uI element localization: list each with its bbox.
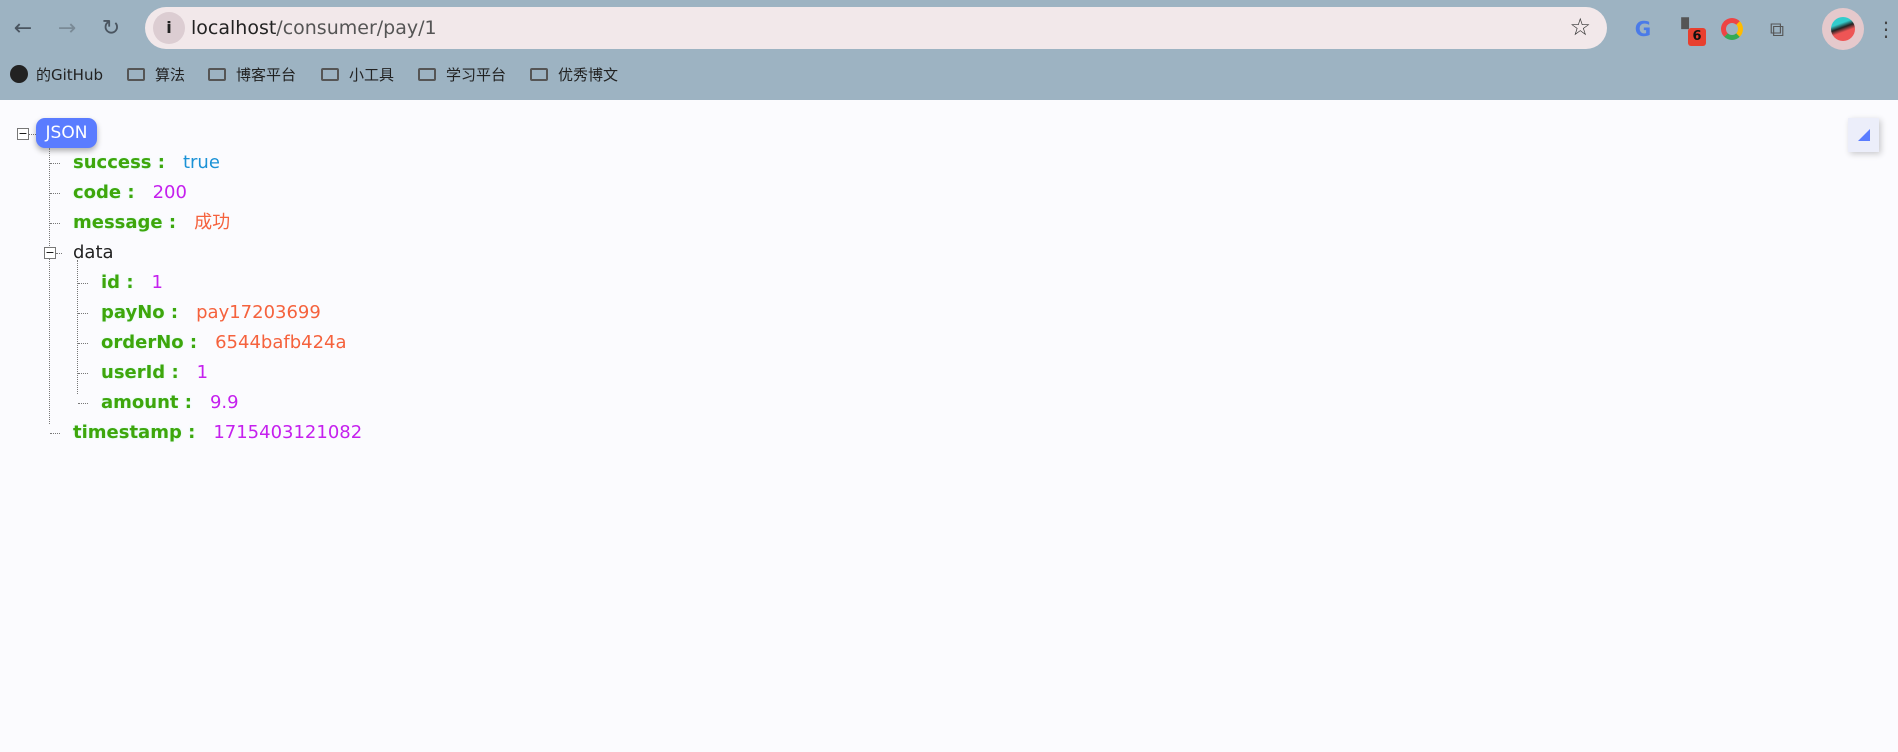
bookmark-label: 博客平台 <box>236 66 297 84</box>
folder-icon <box>418 68 436 81</box>
menu-icon[interactable]: ⋮ <box>1876 14 1896 44</box>
extension-icon[interactable]: ▚6 <box>1674 14 1706 46</box>
json-key: success : <box>73 152 165 173</box>
address-bar[interactable]: i localhost/consumer/pay/1 ☆ <box>145 7 1607 49</box>
json-value: 1 <box>151 272 163 293</box>
raw-toggle-button[interactable] <box>1848 118 1879 152</box>
folder-icon <box>127 68 145 81</box>
json-viewer: − JSON success : true code : 200 message :… <box>0 100 1898 752</box>
tree-line <box>49 148 50 424</box>
json-field-amount: amount : 9.9 <box>101 390 239 416</box>
profile-avatar[interactable] <box>1822 8 1864 50</box>
tree-line <box>29 134 36 135</box>
json-field-timestamp: timestamp : 1715403121082 <box>73 420 362 446</box>
tree-line <box>78 313 88 314</box>
bookmark-github[interactable]: 的GitHub <box>10 62 103 88</box>
tree-line <box>50 163 60 164</box>
json-key: payNo : <box>101 302 179 323</box>
bookmark-folder[interactable]: 小工具 <box>321 62 394 88</box>
url-host: localhost <box>191 17 277 39</box>
tree-line <box>50 193 60 194</box>
json-key: timestamp : <box>73 422 196 443</box>
bookmark-folder[interactable]: 博客平台 <box>208 62 296 88</box>
tree-line <box>50 223 60 224</box>
json-value: 成功 <box>194 212 231 233</box>
browser-toolbar: ← → ↻ i localhost/consumer/pay/1 ☆ G ▚6 … <box>0 0 1898 100</box>
forward-button[interactable]: → <box>52 14 82 44</box>
json-value: 1715403121082 <box>213 422 363 443</box>
folder-icon <box>530 68 548 81</box>
bookmark-folder[interactable]: 算法 <box>127 62 185 88</box>
bookmark-folder[interactable]: 优秀博文 <box>530 62 618 88</box>
json-key: message : <box>73 212 177 233</box>
bookmark-label: 学习平台 <box>446 66 507 84</box>
json-field-success: success : true <box>73 150 220 176</box>
json-value: 9.9 <box>209 392 239 413</box>
translate-extension-icon[interactable]: G <box>1628 14 1658 44</box>
json-key: amount : <box>101 392 192 413</box>
reload-button[interactable]: ↻ <box>96 14 126 44</box>
json-field-userid: userId : 1 <box>101 360 208 386</box>
json-value: 200 <box>152 182 187 203</box>
back-button[interactable]: ← <box>8 14 38 44</box>
tree-line <box>78 403 88 404</box>
json-object-data[interactable]: data <box>73 240 114 266</box>
json-key: orderNo : <box>101 332 198 353</box>
chrome-extension-icon[interactable] <box>1717 14 1747 44</box>
json-key: userId : <box>101 362 179 383</box>
tree-line <box>78 343 88 344</box>
bookmark-label: 优秀博文 <box>558 66 619 84</box>
url-text[interactable]: localhost/consumer/pay/1 <box>191 17 437 39</box>
json-root-badge[interactable]: JSON <box>36 118 97 148</box>
collapse-root-toggle[interactable]: − <box>17 128 29 140</box>
json-value: pay17203699 <box>196 302 321 323</box>
collapse-data-toggle[interactable]: − <box>44 247 56 259</box>
bookmark-label: 小工具 <box>349 66 395 84</box>
bookmarks-bar: 的GitHub 算法 博客平台 小工具 学习平台 优秀博文 <box>0 62 1898 88</box>
site-info-icon[interactable]: i <box>153 12 185 44</box>
bookmark-folder[interactable]: 学习平台 <box>418 62 506 88</box>
github-icon <box>10 65 28 83</box>
json-value: true <box>182 152 220 173</box>
bookmark-label: 的GitHub <box>36 66 103 84</box>
json-field-code: code : 200 <box>73 180 187 206</box>
json-key: code : <box>73 182 135 203</box>
json-value: 6544bafb424a <box>215 332 347 353</box>
json-key: id : <box>101 272 134 293</box>
bookmark-label: 算法 <box>155 66 186 84</box>
json-field-payno: payNo : pay17203699 <box>101 300 321 326</box>
tree-line <box>56 253 62 254</box>
tree-line <box>78 373 88 374</box>
json-value: 1 <box>196 362 209 383</box>
tree-line <box>78 283 88 284</box>
tree-line <box>50 433 60 434</box>
json-field-message: message : 成功 <box>73 210 230 236</box>
extension-badge: 6 <box>1688 28 1706 46</box>
folder-icon <box>208 68 226 81</box>
json-field-id: id : 1 <box>101 270 163 296</box>
folder-icon <box>321 68 339 81</box>
bookmark-star-icon[interactable]: ☆ <box>1569 13 1591 41</box>
puzzle-extensions-icon[interactable]: ⧉ <box>1762 14 1792 44</box>
url-path: /consumer/pay/1 <box>276 17 437 39</box>
json-field-orderno: orderNo : 6544bafb424a <box>101 330 347 356</box>
